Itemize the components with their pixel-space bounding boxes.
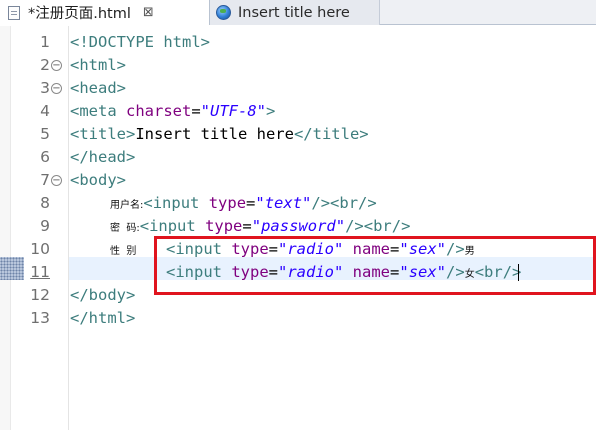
- code-line-12: </body>: [70, 286, 136, 304]
- red-highlight-box: [154, 236, 596, 295]
- line-number: 10: [30, 240, 50, 258]
- code-line-10-label: 性 别: [110, 246, 137, 257]
- line-number: 12: [30, 286, 50, 304]
- editor-tab-bar: *注册页面.html ⊠ Insert title here: [0, 0, 596, 25]
- line-number: 8: [40, 194, 50, 212]
- line-number: 4: [40, 102, 50, 120]
- line-number: 5: [40, 125, 50, 143]
- fold-toggle-icon[interactable]: −: [51, 83, 62, 94]
- line-number: 2: [40, 56, 50, 74]
- tab-browser-preview[interactable]: Insert title here: [210, 0, 380, 25]
- code-line-6: </head>: [70, 148, 136, 166]
- tab-register-page[interactable]: *注册页面.html ⊠: [0, 0, 210, 25]
- line-number: 3: [40, 79, 50, 97]
- code-line-5: <title>Insert title here</title>: [70, 125, 369, 143]
- close-icon[interactable]: ⊠: [143, 5, 154, 20]
- line-number: 13: [30, 309, 50, 327]
- code-line-4: <meta charset="UTF-8">: [70, 102, 276, 120]
- tab-label: Insert title here: [238, 4, 350, 21]
- fold-toggle-icon[interactable]: −: [51, 175, 62, 186]
- line-number: 7: [40, 171, 50, 189]
- fold-toggle-icon[interactable]: −: [51, 60, 62, 71]
- code-line-8: 用户名:<input type="text"/><br/>: [110, 194, 377, 212]
- code-line-13: </html>: [70, 309, 136, 327]
- html-file-icon: [8, 5, 20, 20]
- line-number: 6: [40, 148, 50, 166]
- code-line-7: <body>: [70, 171, 126, 189]
- code-editor[interactable]: 1 2− 3− 4 5 6 7− 8 9 10 11 12 13 <!DOCTY…: [0, 26, 596, 430]
- line-number: 9: [40, 217, 50, 235]
- line-number: 1: [40, 33, 50, 51]
- code-line-3: <head>: [70, 79, 126, 97]
- line-number-current: 11: [30, 263, 50, 281]
- code-line-1: <!DOCTYPE html>: [70, 33, 210, 51]
- globe-icon: [216, 5, 231, 20]
- code-line-2: <html>: [70, 56, 126, 74]
- tab-label: *注册页面.html: [28, 6, 131, 22]
